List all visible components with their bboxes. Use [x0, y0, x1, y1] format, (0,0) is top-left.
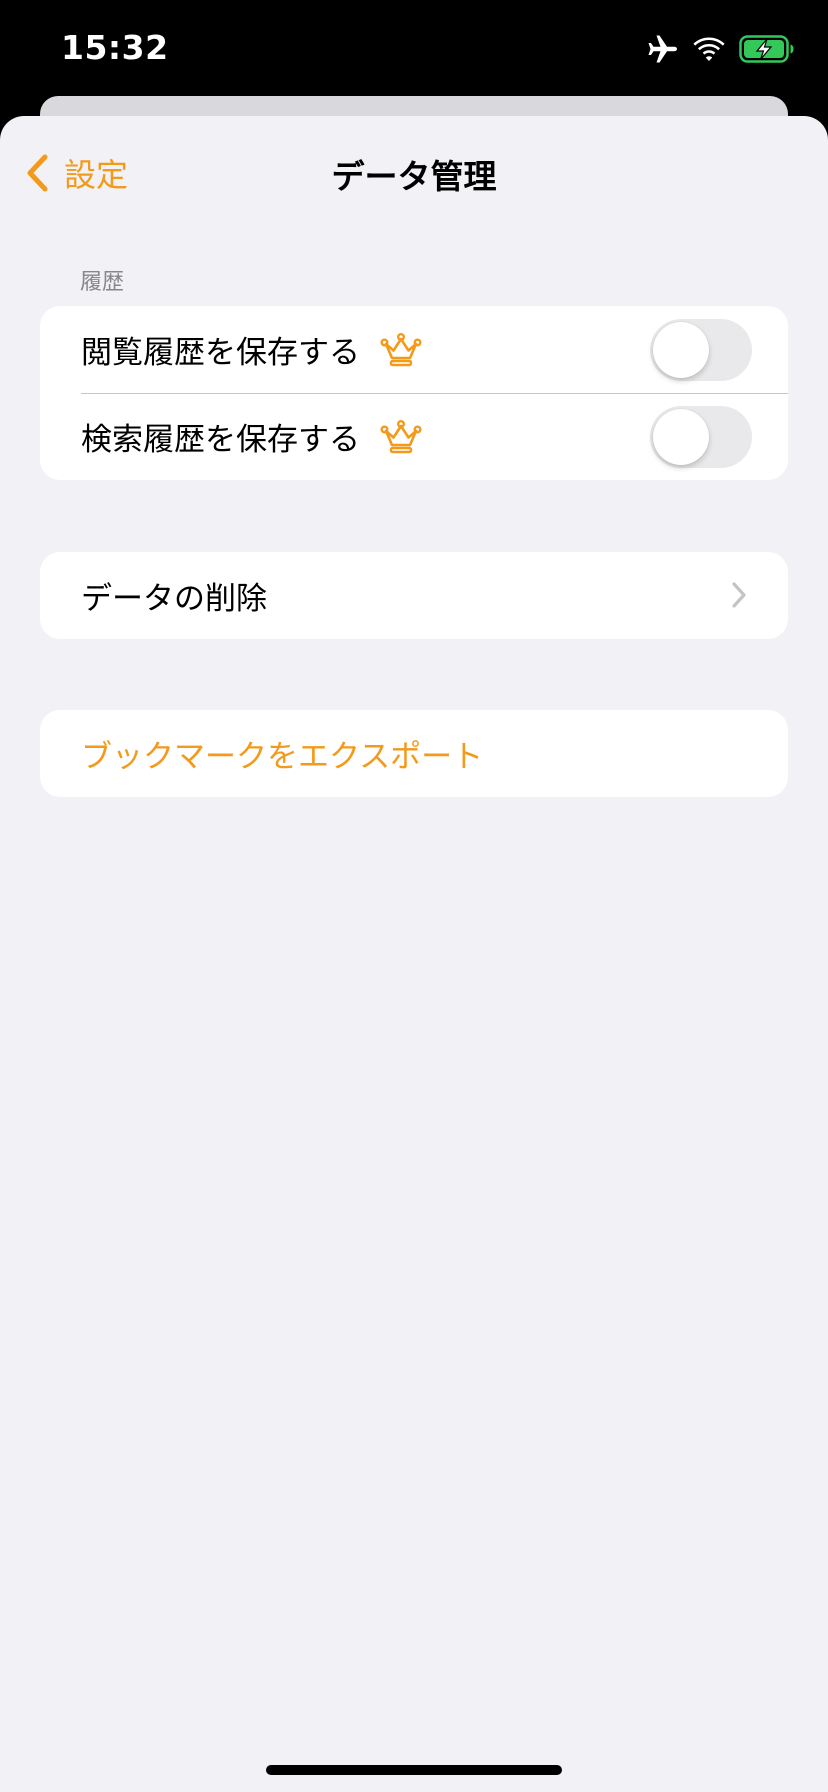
wifi-icon	[693, 37, 725, 61]
history-group: 閲覧履歴を保存する 検索履歴を保存する	[40, 306, 788, 480]
settings-sheet: 設定 データ管理 履歴 閲覧履歴を保存する 検索履歴を保存する データの削除 ブ…	[0, 116, 828, 1792]
save-browsing-history-row: 閲覧履歴を保存する	[40, 306, 788, 393]
row-label: 閲覧履歴を保存する	[81, 335, 360, 371]
save-browsing-history-toggle[interactable]	[650, 319, 752, 381]
screen: 15:32 設定 データ管理 履歴 閲覧履歴を保存する 検索履歴を保存する デー…	[0, 0, 828, 1792]
save-search-history-toggle[interactable]	[650, 406, 752, 468]
status-time: 15:32	[61, 28, 169, 67]
status-bar: 15:32	[0, 0, 828, 100]
crown-icon	[380, 332, 422, 366]
crown-icon	[380, 419, 422, 453]
home-indicator	[266, 1765, 562, 1775]
save-search-history-row: 検索履歴を保存する	[40, 393, 788, 480]
page-title: データ管理	[331, 157, 497, 196]
export-bookmarks-row[interactable]: ブックマークをエクスポート	[40, 710, 788, 797]
status-icons	[647, 34, 795, 64]
section-header-history: 履歴	[80, 270, 125, 295]
row-label: データの削除	[81, 581, 267, 617]
delete-data-row[interactable]: データの削除	[40, 552, 788, 639]
toggle-knob	[653, 322, 709, 378]
airplane-icon	[648, 35, 677, 63]
chevron-right-icon	[732, 582, 746, 608]
delete-data-group: データの削除	[40, 552, 788, 639]
row-label: 検索履歴を保存する	[81, 422, 360, 458]
navigation-bar: 設定 データ管理	[0, 116, 828, 228]
toggle-knob	[653, 409, 709, 465]
battery-charging-icon	[739, 35, 794, 63]
export-bookmarks-button: ブックマークをエクスポート	[81, 739, 484, 775]
export-group: ブックマークをエクスポート	[40, 710, 788, 797]
